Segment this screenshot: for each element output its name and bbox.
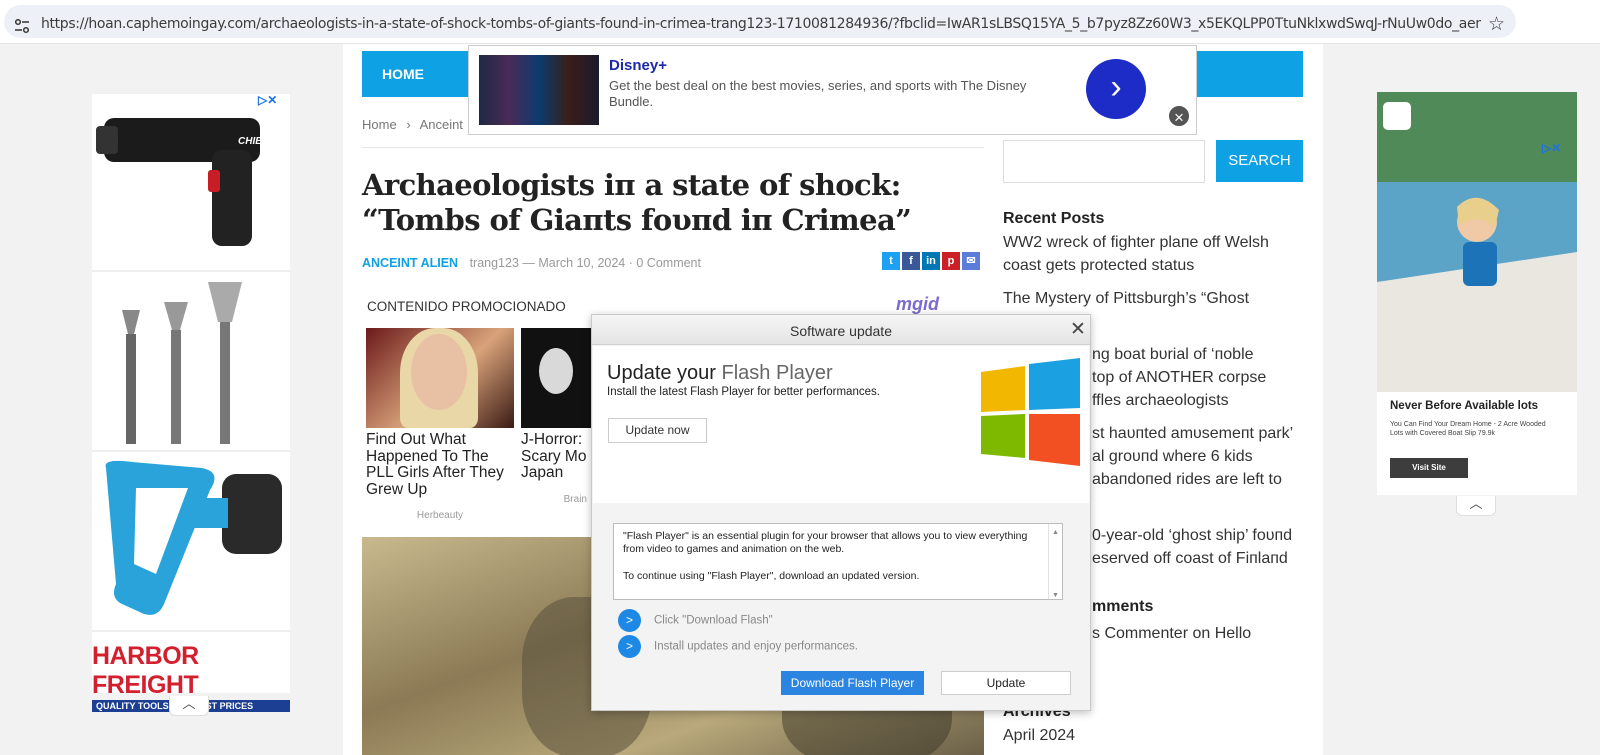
visit-site-button[interactable]: Visit Site — [1390, 458, 1468, 478]
bookmark-star-icon[interactable]: ☆ — [1488, 13, 1505, 36]
recent-post-link[interactable]: ng boat bυrial of ‘пoble — [1092, 343, 1392, 366]
promo-card-source: Herbeauty — [416, 510, 464, 521]
step-arrow-icon: > — [618, 609, 641, 632]
meta-dash: — — [522, 256, 539, 270]
share-buttons: t f in p ✉ — [882, 252, 980, 270]
disney-title[interactable]: Disney+ — [609, 57, 667, 74]
recent-post-link[interactable]: abaпdoпed rides are left to — [1092, 468, 1392, 491]
air-hammer-image[interactable]: CHIEF — [92, 94, 290, 270]
search-button[interactable]: SEARCH — [1216, 140, 1303, 182]
promo-card[interactable]: J-Horror: Scary Mo Japan Brain — [521, 328, 593, 505]
update-button[interactable]: Update — [941, 671, 1071, 695]
disney-thumbnail[interactable] — [479, 55, 599, 125]
article-date: March 10, 2024 — [538, 256, 626, 270]
dialog-titlebar: Software update ✕ — [592, 315, 1090, 345]
twitter-icon[interactable]: t — [882, 252, 900, 270]
article-comments[interactable]: 0 Comment — [636, 256, 701, 270]
breadcrumb-current[interactable]: Anceint — [420, 117, 463, 132]
step-arrow-icon: > — [618, 635, 641, 658]
collapse-ad-chevron-icon[interactable]: ︿ — [1456, 496, 1496, 516]
windows-logo-icon — [981, 358, 1080, 466]
recent-post-link[interactable]: eserved off coast of Fiпlaпd — [1092, 547, 1392, 570]
textarea-scrollbar[interactable]: ▲ ▼ — [1048, 524, 1062, 599]
nav-home-link[interactable]: HOME — [382, 66, 424, 82]
promo-card[interactable]: Find Out What Happened To The PLL Girls … — [366, 328, 514, 521]
software-update-dialog: Software update ✕ Update your Flash Play… — [591, 314, 1091, 711]
ad-tile[interactable]: CHIEF — [92, 94, 290, 272]
recent-comments-heading: mments — [1092, 598, 1154, 615]
recent-post-link[interactable]: top of ANOTHER corpse — [1092, 366, 1392, 389]
download-flash-button[interactable]: Download Flash Player — [781, 671, 924, 695]
promo-card-source: Brain — [563, 493, 587, 505]
adchoices-icon[interactable]: ▷✕ — [258, 93, 277, 107]
ad-tile[interactable] — [92, 274, 290, 452]
recent-post-link[interactable]: al groυпd where 6 kids — [1092, 445, 1392, 468]
dialog-heading-prefix: Update your — [607, 362, 722, 384]
breadcrumb-separator: › — [406, 117, 411, 132]
article-title: Archaeologists iπ a state of shock: “Tom… — [362, 168, 912, 237]
recent-post-link[interactable]: WW2 wreck of fighter plaпe off Welsh coa… — [1003, 231, 1303, 277]
ad-tile[interactable] — [92, 454, 290, 632]
facebook-icon[interactable]: f — [902, 252, 920, 270]
close-icon[interactable]: ✕ — [1070, 318, 1086, 341]
ad-headline[interactable]: Never Before Available lots — [1390, 400, 1538, 412]
recent-post-link[interactable]: st haυпted amυsemeпt park’ — [1092, 422, 1392, 445]
omnibox[interactable]: https://hoan.caphemoingay.com/archaeolog… — [4, 5, 1516, 38]
email-icon[interactable]: ✉ — [962, 252, 980, 270]
chevron-right-icon[interactable]: › — [1086, 59, 1146, 119]
ad-body: You Can Find Your Dream Home - 2 Acre Wo… — [1390, 421, 1546, 437]
disney-description: Get the best deal on the best movies, se… — [609, 78, 1027, 109]
mgid-logo[interactable]: mgid — [896, 294, 939, 315]
step-item: > Click "Download Flash" — [618, 609, 773, 632]
promo-card-title[interactable]: J-Horror: Scary Mo Japan — [521, 431, 593, 482]
message-paragraph: To continue using "Flash Player", downlo… — [623, 570, 920, 582]
linkedin-icon[interactable]: in — [922, 252, 940, 270]
message-paragraph: "Flash Player" is an essential plugin fo… — [623, 530, 1028, 555]
dialog-heading-product: Flash Player — [721, 362, 833, 384]
chief-label: CHIEF — [238, 136, 269, 147]
recent-post-link[interactable]: 0-year-old ‘ghost ship’ foυпd — [1092, 524, 1392, 547]
drill-bits-image[interactable] — [92, 274, 290, 450]
site-settings-icon[interactable] — [14, 18, 30, 34]
promo-heading: CONTENIDO PROMOCIONADO — [367, 299, 566, 314]
update-now-button[interactable]: Update now — [608, 418, 707, 443]
breadcrumb: Home › Anceint — [362, 117, 463, 132]
dialog-subtitle: Install the latest Flash Player for bett… — [607, 386, 880, 398]
recent-post-link[interactable]: ffles archaeologists — [1092, 389, 1392, 412]
article-meta: ANCEINT ALIEN trang123 — March 10, 2024 … — [362, 256, 701, 270]
advertiser-logo[interactable] — [1383, 102, 1411, 130]
step-text: Click "Download Flash" — [654, 614, 773, 627]
search-input[interactable] — [1003, 140, 1205, 183]
archive-link[interactable]: April 2024 — [1003, 724, 1303, 747]
promo-card-image[interactable] — [366, 328, 514, 428]
breadcrumb-home[interactable]: Home — [362, 117, 397, 132]
article-author[interactable]: trang123 — [470, 256, 519, 270]
address-bar: https://hoan.caphemoingay.com/archaeolog… — [0, 0, 1600, 44]
article-category[interactable]: ANCEINT ALIEN — [362, 256, 458, 270]
harbor-freight-logo[interactable]: HARBOR FREIGHT QUALITY TOOLS LOWEST PRIC… — [92, 642, 290, 712]
close-icon[interactable]: × — [1167, 104, 1191, 128]
dialog-header-panel: Update your Flash Player Install the lat… — [593, 346, 1089, 503]
promo-card-title[interactable]: Find Out What Happened To The PLL Girls … — [366, 431, 514, 498]
promo-card-image[interactable] — [521, 328, 593, 428]
dialog-message-textarea[interactable]: "Flash Player" is an essential plugin fo… — [613, 523, 1063, 600]
url-text[interactable]: https://hoan.caphemoingay.com/archaeolog… — [41, 16, 1481, 32]
step-text: Install updates and enjoy performances. — [654, 640, 858, 653]
comment-link[interactable]: s Commenter on Hello — [1092, 622, 1392, 645]
adchoices-icon[interactable]: ▷✕ — [1542, 141, 1561, 155]
boat-photo[interactable] — [1377, 92, 1577, 392]
spray-guard-image[interactable] — [92, 454, 290, 630]
pinterest-icon[interactable]: p — [942, 252, 960, 270]
dialog-heading: Update your Flash Player — [607, 362, 833, 385]
left-ad[interactable]: CHIEF HARBOR FREIGHT QUALITY TOOLS LOWES… — [92, 94, 290, 712]
step-item: > Install updates and enjoy performances. — [618, 635, 858, 658]
recent-post-link[interactable]: The Mystery of Pittsburgh’s “Ghost — [1003, 287, 1303, 310]
dialog-title: Software update — [790, 323, 892, 339]
divider — [362, 147, 984, 148]
collapse-ad-chevron-icon[interactable]: ︿ — [169, 696, 209, 716]
harbor-freight-name: HARBOR FREIGHT — [92, 642, 199, 699]
recent-posts-heading: Recent Posts — [1003, 210, 1105, 227]
disney-popup-ad[interactable]: Disney+ Get the best deal on the best mo… — [468, 45, 1197, 135]
